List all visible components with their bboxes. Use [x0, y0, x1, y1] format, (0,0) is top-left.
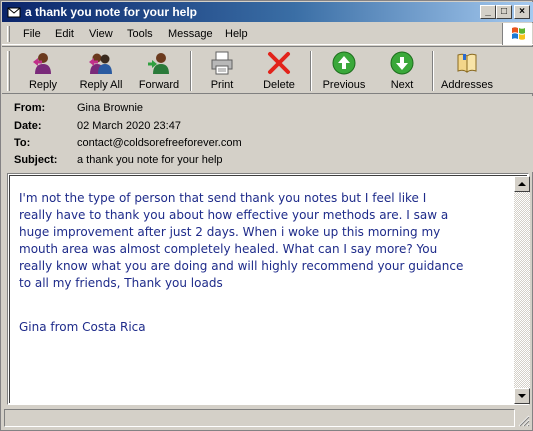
toolbar-separator: [310, 51, 312, 91]
addresses-label: Addresses: [441, 79, 493, 91]
close-button[interactable]: ×: [514, 5, 530, 19]
menu-edit[interactable]: Edit: [55, 28, 74, 40]
message-line: to all my friends, Thank you loads: [19, 276, 223, 290]
maximize-button[interactable]: □: [496, 5, 512, 19]
printer-icon: [211, 51, 233, 75]
window-title: a thank you note for your help: [25, 5, 198, 19]
to-label: To:: [14, 137, 31, 149]
message-body[interactable]: I'm not the type of person that send tha…: [9, 175, 530, 404]
address-book-icon: [457, 53, 477, 73]
date-value: 02 March 2020 23:47: [77, 120, 181, 132]
menu-bar: File Edit View Tools Message Help: [2, 23, 533, 45]
menu-message[interactable]: Message: [168, 28, 213, 40]
delete-x-icon: [268, 52, 290, 74]
resize-grip-icon[interactable]: [516, 413, 530, 427]
message-body-frame: I'm not the type of person that send tha…: [7, 173, 530, 405]
message-text[interactable]: I'm not the type of person that send tha…: [19, 190, 509, 292]
windows-flag-icon: [512, 27, 525, 40]
message-line: mouth area was almost completely healed.…: [19, 242, 438, 256]
next-label: Next: [390, 79, 414, 91]
mail-window: a thank you note for your help _ □ × Fil…: [0, 0, 533, 431]
message-line: really have to thank you about how effec…: [19, 208, 449, 222]
windows-logo: [502, 23, 532, 45]
toolbar: Reply Reply All Forward Print Delete Pre…: [2, 46, 533, 94]
title-bar[interactable]: a thank you note for your help _ □ ×: [2, 2, 533, 22]
down-arrow-icon: [390, 51, 414, 75]
next-button[interactable]: Next: [380, 50, 424, 94]
scroll-down-button[interactable]: [514, 388, 530, 404]
toolbar-separator: [190, 51, 192, 91]
reply-button[interactable]: Reply: [16, 50, 70, 94]
message-headers: From: Gina Brownie Date: 02 March 2020 2…: [2, 96, 533, 172]
scroll-up-button[interactable]: [514, 176, 530, 192]
addresses-button[interactable]: Addresses: [438, 50, 496, 94]
subject-value: a thank you note for your help: [77, 154, 223, 166]
message-line: really know what you are doing and will …: [19, 259, 464, 273]
minimize-button[interactable]: _: [480, 5, 496, 19]
delete-label: Delete: [263, 79, 295, 91]
toolbar-grip[interactable]: [7, 51, 10, 91]
to-value[interactable]: contact@coldsorefreeforever.com: [77, 137, 242, 149]
message-line: I'm not the type of person that send tha…: [19, 191, 427, 205]
toolbar-separator: [432, 51, 434, 91]
message-signature: Gina from Costa Rica: [19, 320, 146, 334]
reply-all-label: Reply All: [79, 79, 123, 91]
envelope-icon: [7, 7, 21, 18]
previous-label: Previous: [322, 79, 366, 91]
from-value[interactable]: Gina Brownie: [77, 102, 143, 114]
print-button[interactable]: Print: [202, 50, 242, 94]
scroll-up-arrow-icon: [518, 182, 526, 186]
previous-button[interactable]: Previous: [318, 50, 370, 94]
vertical-scrollbar[interactable]: [514, 176, 530, 404]
menu-help[interactable]: Help: [225, 28, 248, 40]
forward-icon: [148, 53, 169, 74]
up-arrow-icon: [332, 51, 356, 75]
reply-icon: [33, 53, 51, 74]
forward-button[interactable]: Forward: [134, 50, 184, 94]
date-label: Date:: [14, 120, 42, 132]
scroll-down-arrow-icon: [518, 394, 526, 398]
menu-view[interactable]: View: [89, 28, 113, 40]
menu-file[interactable]: File: [23, 28, 41, 40]
subject-label: Subject:: [14, 154, 58, 166]
reply-all-button[interactable]: Reply All: [72, 50, 130, 94]
message-line: huge improvement after just 2 days. When…: [19, 225, 441, 239]
print-label: Print: [210, 79, 234, 91]
reply-all-icon: [89, 53, 112, 74]
menu-tools[interactable]: Tools: [127, 28, 153, 40]
reply-label: Reply: [28, 79, 58, 91]
status-bar: [4, 409, 515, 427]
from-label: From:: [14, 102, 46, 114]
menu-grip[interactable]: [7, 26, 10, 42]
delete-button[interactable]: Delete: [256, 50, 302, 94]
forward-label: Forward: [138, 79, 180, 91]
